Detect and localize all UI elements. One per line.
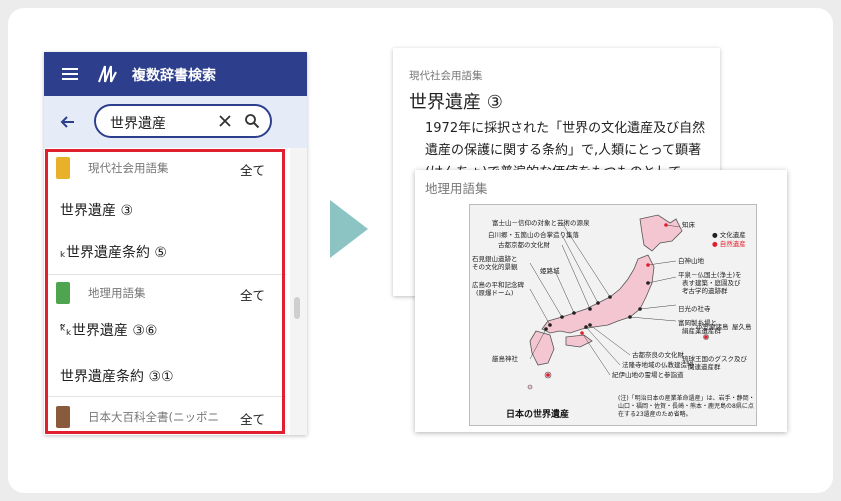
phone-screen: 複数辞書検索 世界遺産 現代社会用語集 全て 世界遺産 ③ ₖ世界遺産条約 ⑤ …	[44, 52, 307, 435]
map-label: 白川郷・五箇山の合掌造り集落	[488, 231, 579, 239]
map-label: 琉球王国のグスク及び	[682, 355, 747, 363]
show-all-link[interactable]: 全て	[240, 285, 265, 304]
scrollbar-thumb[interactable]	[294, 297, 300, 319]
japan-world-heritage-map: 富士山－信仰の対象と芸術の源泉 白川郷・五箇山の合掌造り集落 古都京都の文化財 …	[469, 204, 757, 426]
book-icon	[56, 282, 70, 304]
map-label: 日光の社寺	[678, 305, 711, 313]
divider	[48, 274, 286, 275]
book-icon	[56, 157, 70, 179]
map-note: (注)「明治日本の産業革命遺産」は、岩手・静岡・山口・福岡・佐賀・長崎・熊本・鹿…	[618, 395, 755, 418]
map-label: 関連遺産群	[688, 363, 721, 371]
transition-arrow-icon	[330, 200, 368, 258]
dict-source: 現代社会用語集	[409, 70, 483, 82]
dict-source: 地理用語集	[425, 181, 488, 196]
app-bar: 複数辞書検索	[44, 52, 307, 96]
dict-header-nipponica[interactable]: 日本大百科全書(ニッポニ 全て	[48, 402, 286, 432]
app-logo-icon	[98, 65, 117, 83]
menu-icon[interactable]	[62, 68, 78, 81]
dict-name: 日本大百科全書(ニッポニ	[88, 410, 219, 424]
search-bar: 世界遺産	[44, 96, 307, 148]
map-label: 平泉－仏国土(浄土)を	[678, 271, 742, 279]
map-label: 小笠原諸島	[696, 323, 729, 331]
map-label: 紀伊山地の霊場と参詣道	[612, 371, 684, 379]
dict-header-chiri[interactable]: 地理用語集 全て	[48, 278, 286, 308]
show-all-link[interactable]: 全て	[240, 409, 265, 428]
map-label: その文化的景観	[472, 263, 518, 271]
map-legend: ● 文化遺産 ● 自然遺産	[712, 231, 756, 249]
map-caption: 日本の世界遺産	[506, 410, 570, 420]
map-label: 厳島神社	[492, 355, 518, 363]
map-label: 白神山地	[678, 257, 704, 265]
map-label: 広島の平和記念碑	[472, 281, 524, 289]
map-label: 富士山－信仰の対象と芸術の源泉	[492, 219, 590, 227]
search-icon[interactable]	[244, 113, 260, 129]
show-all-link[interactable]: 全て	[240, 160, 265, 179]
divider	[48, 396, 286, 397]
map-label: 古都奈良の文化財	[632, 351, 684, 359]
dict-header-gendai[interactable]: 現代社会用語集 全て	[48, 153, 286, 183]
map-label: 姫路城	[540, 267, 560, 275]
back-arrow-icon[interactable]	[58, 112, 78, 132]
result-entry[interactable]: 世界遺産 ③	[60, 200, 133, 220]
map-label: 表す建築・庭園及び	[682, 279, 741, 287]
map-label: 石見銀山遺跡と	[472, 255, 518, 263]
clear-icon[interactable]	[218, 114, 232, 128]
map-label: (原爆ドーム)	[476, 289, 514, 297]
map-label: 考古学的遺跡群	[682, 287, 728, 295]
dict-name: 現代社会用語集	[88, 161, 169, 175]
scrollbar-track[interactable]	[290, 148, 307, 435]
dict-name: 地理用語集	[88, 286, 146, 300]
map-label: 屋久島	[732, 323, 752, 331]
legend-cultural: ● 文化遺産	[712, 231, 746, 239]
result-entry[interactable]: ₖ世界遺産条約 ⑤	[60, 242, 167, 262]
map-entry-card: 地理用語集 富士山－信仰の対象と芸術の源泉 白川郷・五箇山の合掌造り集落 古都京…	[415, 170, 787, 432]
result-entry[interactable]: 世界遺産条約 ③①	[60, 366, 174, 386]
map-label: 知床	[682, 221, 695, 229]
search-input[interactable]: 世界遺産	[94, 104, 272, 138]
legend-natural: ● 自然遺産	[712, 240, 746, 248]
entry-title: 世界遺産 ③	[409, 92, 503, 113]
map-label: 古都京都の文化財	[498, 241, 550, 249]
book-icon	[56, 406, 70, 428]
result-entry[interactable]: ᵏ̃ₖ世界遺産 ③⑥	[60, 320, 157, 340]
app-title: 複数辞書検索	[132, 68, 216, 84]
search-value: 世界遺産	[110, 116, 166, 132]
